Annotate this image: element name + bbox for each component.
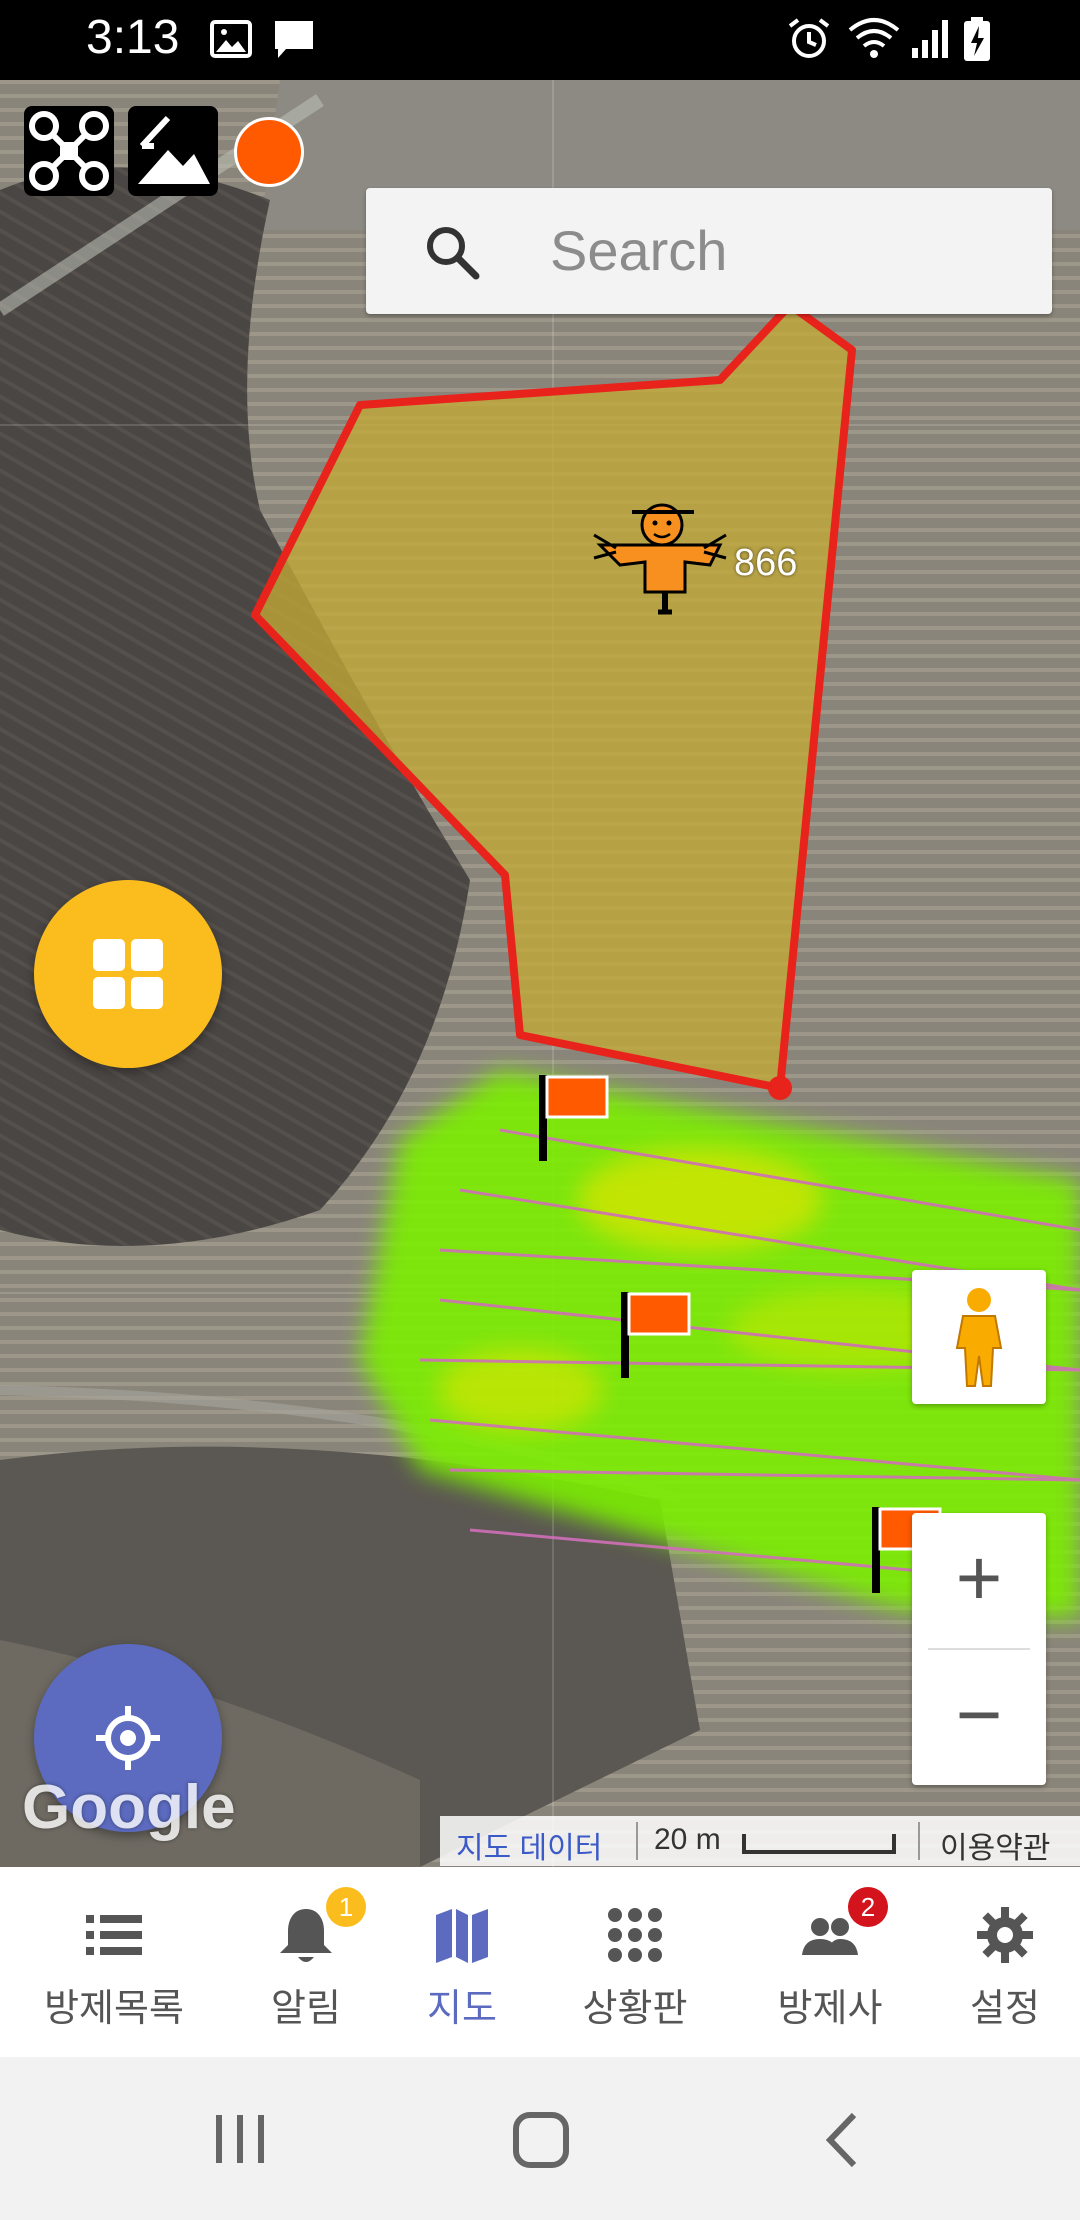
zoom-control: + − (912, 1513, 1046, 1785)
flag-icon[interactable] (619, 1290, 693, 1380)
field-marker[interactable]: 866 (590, 490, 850, 620)
home-icon[interactable] (512, 2111, 570, 2169)
zoom-in-button[interactable]: + (912, 1513, 1046, 1648)
map-data-link[interactable]: 지도 데이터 (456, 1823, 602, 1867)
search-icon (427, 227, 480, 280)
message-icon (275, 21, 313, 58)
nav-label: 방제목록 (44, 1986, 184, 2030)
gear-icon (977, 1907, 1033, 1963)
signal-icon (912, 20, 948, 58)
nav-item-operators[interactable]: 2 방제사 (730, 1867, 930, 2057)
nav-item-list[interactable]: 방제목록 (0, 1867, 228, 2057)
nav-label: 지도 (427, 1986, 497, 2030)
gallery-icon (210, 20, 252, 58)
search-bar[interactable]: Search (366, 188, 1052, 314)
terrain-icon[interactable] (128, 106, 218, 196)
nav-label: 상황판 (582, 1986, 688, 2030)
locate-icon (96, 1706, 160, 1770)
status-time: 3:13 (86, 11, 180, 64)
google-watermark: Google (22, 1773, 236, 1842)
bottom-navigation: 방제목록 1 알림 지도 상황판 2 방제사 설정 (0, 1867, 1080, 2057)
battery-charging-icon (964, 17, 990, 61)
grid-icon (93, 939, 163, 1009)
status-dot-icon[interactable] (234, 117, 304, 187)
nav-item-alerts[interactable]: 1 알림 (228, 1867, 384, 2057)
wifi-icon (848, 18, 900, 58)
pegman-icon (955, 1288, 1003, 1387)
alerts-badge: 1 (326, 1887, 366, 1927)
street-view-button[interactable] (912, 1270, 1046, 1404)
field-vertex[interactable] (768, 1076, 792, 1100)
back-icon[interactable] (822, 2111, 862, 2169)
terms-link[interactable]: 이용약관 (940, 1823, 1050, 1867)
alarm-icon (788, 18, 830, 58)
status-bar: 3:13 (0, 0, 1080, 80)
nav-label: 방제사 (777, 1986, 883, 2030)
nav-label: 설정 (970, 1986, 1040, 2030)
scarecrow-icon (593, 503, 727, 615)
divider (636, 1822, 638, 1860)
nav-item-settings[interactable]: 설정 (930, 1867, 1080, 2057)
dashboard-icon (608, 1908, 662, 1962)
list-icon (86, 1915, 142, 1955)
field-marker-label: 866 (734, 542, 798, 584)
zoom-out-button[interactable]: − (912, 1650, 1046, 1785)
nav-label: 알림 (271, 1986, 341, 2030)
map-icon (436, 1909, 488, 1963)
drone-icon[interactable] (24, 106, 114, 196)
nav-item-map[interactable]: 지도 (384, 1867, 540, 2057)
menu-grid-button[interactable] (34, 880, 222, 1068)
divider (918, 1822, 920, 1860)
search-input[interactable]: Search (550, 218, 727, 283)
system-navigation (0, 2057, 1080, 2220)
operators-badge: 2 (848, 1887, 888, 1927)
satellite-map[interactable]: Search 866 + − Google (0, 80, 1080, 1867)
flag-icon[interactable] (537, 1073, 611, 1163)
map-attribution-bar: 지도 데이터 20 m 이용약관 (440, 1816, 1080, 1866)
scale-bar (742, 1834, 896, 1854)
nav-item-dashboard[interactable]: 상황판 (540, 1867, 730, 2057)
scale-label: 20 m (654, 1823, 721, 1856)
recents-icon[interactable] (210, 2113, 270, 2165)
